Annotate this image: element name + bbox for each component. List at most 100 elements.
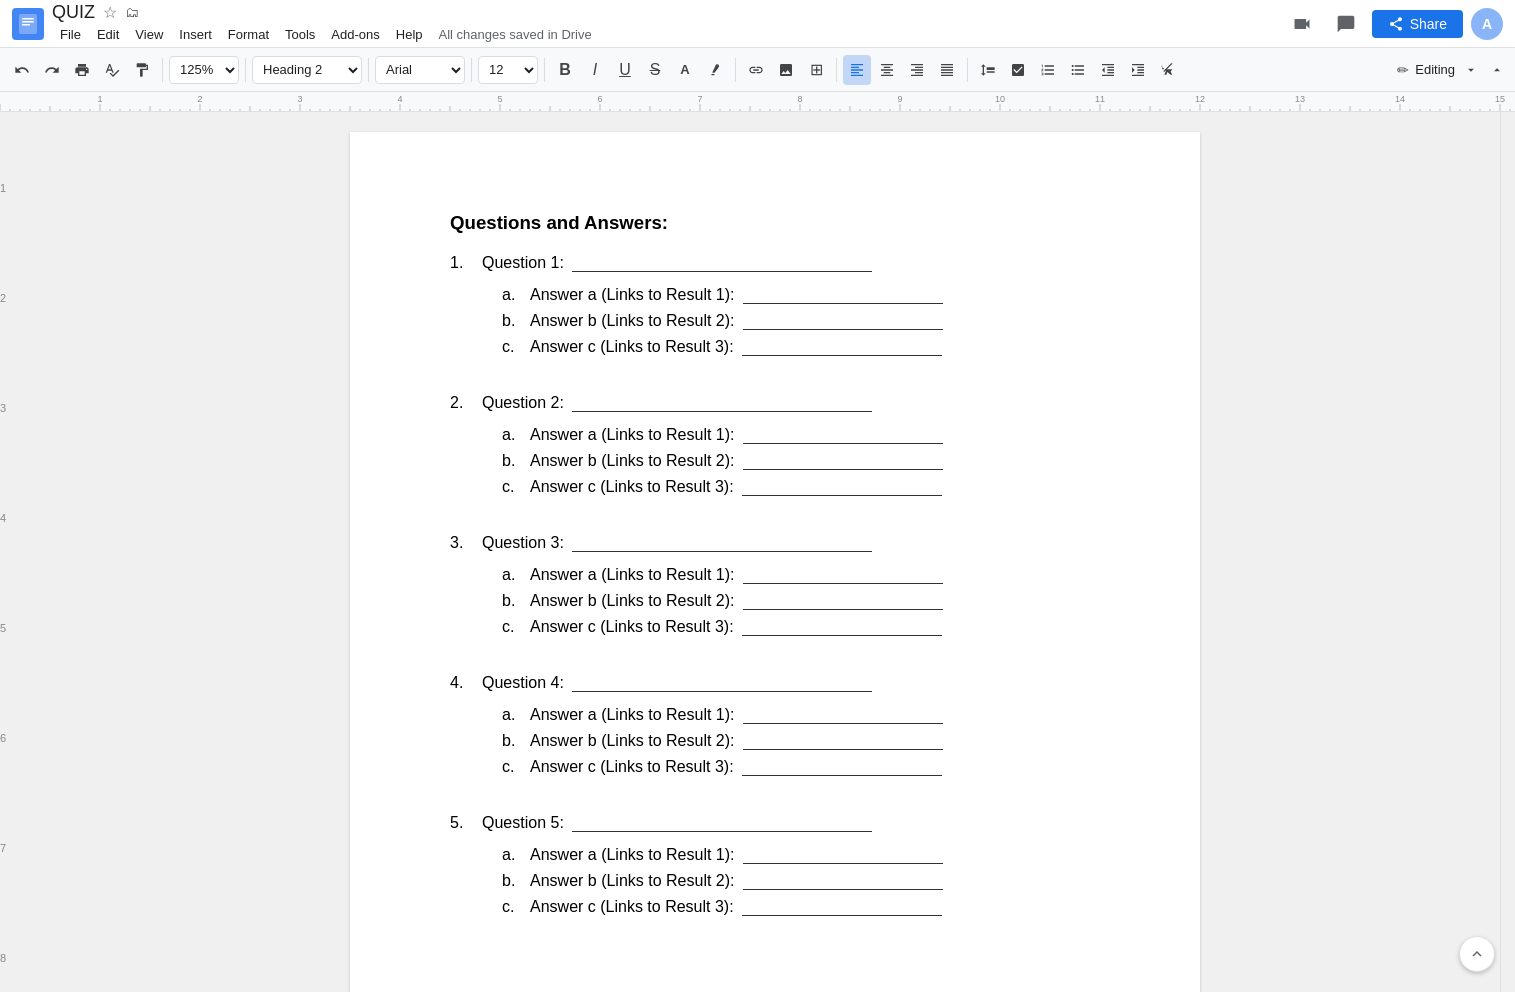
folder-icon[interactable]: 🗂 <box>125 4 139 20</box>
margin-1: 1 <box>0 182 6 194</box>
divider-5 <box>544 58 545 82</box>
menu-view[interactable]: View <box>127 23 171 46</box>
answer-letter-4-2: b. <box>502 732 522 750</box>
margin-4: 4 <box>0 512 6 524</box>
answer-letter-3-2: b. <box>502 592 522 610</box>
zoom-select[interactable]: 125% <box>169 56 239 84</box>
margin-2: 2 <box>0 292 6 304</box>
clear-formatting-btn[interactable] <box>1154 55 1182 85</box>
answer-text-2-1: Answer a (Links to Result 1): <box>530 426 943 444</box>
right-sidebar <box>1500 112 1515 992</box>
increase-indent-btn[interactable] <box>1124 55 1152 85</box>
question-label-1: Question 1: <box>482 254 1100 272</box>
collapse-btn[interactable] <box>1487 55 1507 85</box>
ruler <box>0 92 1515 112</box>
line-spacing-btn[interactable] <box>974 55 1002 85</box>
spellcheck-btn[interactable] <box>98 55 126 85</box>
answer-item-3-2: b.Answer b (Links to Result 2): <box>502 592 1100 610</box>
answer-letter-5-2: b. <box>502 872 522 890</box>
paint-format-btn[interactable] <box>128 55 156 85</box>
menu-addons[interactable]: Add-ons <box>323 23 387 46</box>
numbered-list-btn[interactable] <box>1034 55 1062 85</box>
menu-edit[interactable]: Edit <box>89 23 127 46</box>
strikethrough-btn[interactable]: S <box>641 55 669 85</box>
print-btn[interactable] <box>68 55 96 85</box>
font-size-select[interactable]: 12 <box>478 56 538 84</box>
decrease-indent-btn[interactable] <box>1094 55 1122 85</box>
question-item-1: 1.Question 1: a.Answer a (Links to Resul… <box>450 254 1100 364</box>
redo-btn[interactable] <box>38 55 66 85</box>
question-label-5: Question 5: <box>482 814 1100 832</box>
svg-rect-2 <box>22 21 34 23</box>
checklist-btn[interactable] <box>1004 55 1032 85</box>
doc-icon <box>12 8 44 40</box>
align-center-btn[interactable] <box>873 55 901 85</box>
highlight-btn[interactable] <box>701 55 729 85</box>
meet-icon-btn[interactable] <box>1284 6 1320 42</box>
bullet-list-btn[interactable] <box>1064 55 1092 85</box>
answer-letter-2-1: a. <box>502 426 522 444</box>
doc-title[interactable]: QUIZ <box>52 2 95 23</box>
question-content-4: Question 4: a.Answer a (Links to Result … <box>482 674 1100 784</box>
share-button[interactable]: Share <box>1372 10 1463 38</box>
answer-item-1-2: b.Answer b (Links to Result 2): <box>502 312 1100 330</box>
align-right-btn[interactable] <box>903 55 931 85</box>
answer-item-5-3: c. Answer c (Links to Result 3): <box>502 898 1100 916</box>
scroll-top-btn[interactable] <box>1459 936 1495 972</box>
margin-6: 6 <box>0 732 6 744</box>
answer-item-1-1: a.Answer a (Links to Result 1): <box>502 286 1100 304</box>
font-select[interactable]: Arial <box>375 56 465 84</box>
answer-letter-5-1: a. <box>502 846 522 864</box>
question-number-4: 4. <box>450 674 474 784</box>
divider-2 <box>245 58 246 82</box>
answer-letter-2-2: b. <box>502 452 522 470</box>
question-number-3: 3. <box>450 534 474 644</box>
menu-help[interactable]: Help <box>388 23 431 46</box>
title-bar: QUIZ ☆ 🗂 File Edit View Insert Format To… <box>0 0 1515 48</box>
answer-text-5-3: Answer c (Links to Result 3): <box>530 898 942 916</box>
question-item-5: 5.Question 5: a.Answer a (Links to Resul… <box>450 814 1100 924</box>
editing-pencil-icon: ✏ <box>1397 62 1409 78</box>
undo-btn[interactable] <box>8 55 36 85</box>
menu-tools[interactable]: Tools <box>277 23 323 46</box>
answer-letter-5-3: c. <box>502 898 522 916</box>
answer-text-4-2: Answer b (Links to Result 2): <box>530 732 943 750</box>
align-justify-btn[interactable] <box>933 55 961 85</box>
comments-icon-btn[interactable] <box>1328 6 1364 42</box>
question-number-2: 2. <box>450 394 474 504</box>
menu-file[interactable]: File <box>52 23 89 46</box>
doc-area[interactable]: Questions and Answers: 1.Question 1: a.A… <box>50 112 1500 992</box>
question-label-4: Question 4: <box>482 674 1100 692</box>
link-btn[interactable] <box>742 55 770 85</box>
question-content-1: Question 1: a.Answer a (Links to Result … <box>482 254 1100 364</box>
answer-text-1-2: Answer b (Links to Result 2): <box>530 312 943 330</box>
editing-dropdown-btn[interactable] <box>1461 55 1481 85</box>
menu-insert[interactable]: Insert <box>171 23 220 46</box>
underline-btn[interactable]: U <box>611 55 639 85</box>
align-left-btn[interactable] <box>843 55 871 85</box>
editing-mode-label[interactable]: Editing <box>1415 62 1455 77</box>
question-number-5: 5. <box>450 814 474 924</box>
emoji-btn[interactable]: ⊞ <box>802 55 830 85</box>
svg-rect-3 <box>22 24 30 26</box>
question-item-3: 3.Question 3: a.Answer a (Links to Resul… <box>450 534 1100 644</box>
margin-7: 7 <box>0 842 6 854</box>
question-content-5: Question 5: a.Answer a (Links to Result … <box>482 814 1100 924</box>
right-actions: Share A <box>1284 6 1503 42</box>
text-color-btn[interactable]: A <box>671 55 699 85</box>
italic-btn[interactable]: I <box>581 55 609 85</box>
menu-bar: File Edit View Insert Format Tools Add-o… <box>52 23 1276 46</box>
answer-text-4-3: Answer c (Links to Result 3): <box>530 758 942 776</box>
answer-item-2-3: c.Answer c (Links to Result 3): <box>502 478 1100 496</box>
image-btn[interactable] <box>772 55 800 85</box>
divider-3 <box>368 58 369 82</box>
answer-item-5-2: b.Answer b (Links to Result 2): <box>502 872 1100 890</box>
style-select[interactable]: Heading 2 <box>252 56 362 84</box>
bold-btn[interactable]: B <box>551 55 579 85</box>
answer-text-4-1: Answer a (Links to Result 1): <box>530 706 943 724</box>
user-avatar[interactable]: A <box>1471 8 1503 40</box>
menu-format[interactable]: Format <box>220 23 277 46</box>
questions-container: 1.Question 1: a.Answer a (Links to Resul… <box>450 254 1100 924</box>
star-icon[interactable]: ☆ <box>103 3 117 22</box>
question-item-4: 4.Question 4: a.Answer a (Links to Resul… <box>450 674 1100 784</box>
